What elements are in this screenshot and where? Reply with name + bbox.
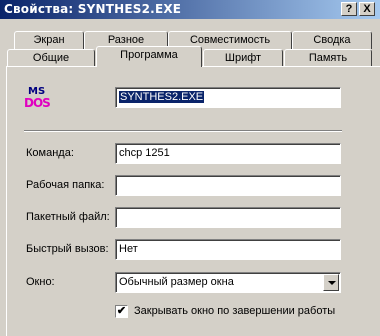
command-field[interactable]: chcp 1251 [115, 143, 341, 164]
close-button[interactable]: X [359, 2, 375, 16]
program-name-text: SYNTHES2.EXE [119, 91, 205, 103]
icon-dos-text: DOS [24, 96, 51, 110]
tab-program[interactable]: Программа [96, 46, 202, 67]
tab-general[interactable]: Общие [7, 49, 95, 67]
chevron-down-icon[interactable] [323, 274, 339, 291]
tab-screen[interactable]: Экран [14, 31, 84, 49]
ms-dos-icon: MS DOS [24, 86, 52, 116]
window-size-value: Обычный размер окна [119, 276, 234, 288]
hotkey-label: Быстрый вызов: [26, 243, 109, 255]
close-on-exit-label[interactable]: Закрывать окно по завершении работы [134, 305, 335, 317]
close-on-exit-checkbox[interactable]: ✔ [115, 305, 128, 318]
working-folder-field[interactable] [115, 175, 341, 196]
batch-file-label: Пакетный файл: [26, 211, 110, 223]
working-folder-label: Рабочая папка: [26, 179, 105, 191]
tab-summary[interactable]: Сводка [292, 31, 372, 49]
window-title: Свойства: SYNTHES2.EXE [4, 2, 182, 16]
separator [24, 130, 342, 132]
window-size-label: Окно: [26, 276, 55, 288]
command-label: Команда: [26, 147, 74, 159]
tab-font[interactable]: Шрифт [203, 49, 283, 67]
title-bar[interactable]: Свойства: SYNTHES2.EXE ? X [0, 0, 380, 19]
hotkey-field[interactable]: Нет [115, 239, 341, 260]
batch-file-field[interactable] [115, 207, 341, 228]
tab-memory[interactable]: Память [284, 49, 372, 67]
help-button[interactable]: ? [341, 2, 357, 16]
program-name-field[interactable]: SYNTHES2.EXE [115, 87, 341, 108]
window-size-select[interactable]: Обычный размер окна [115, 272, 341, 293]
